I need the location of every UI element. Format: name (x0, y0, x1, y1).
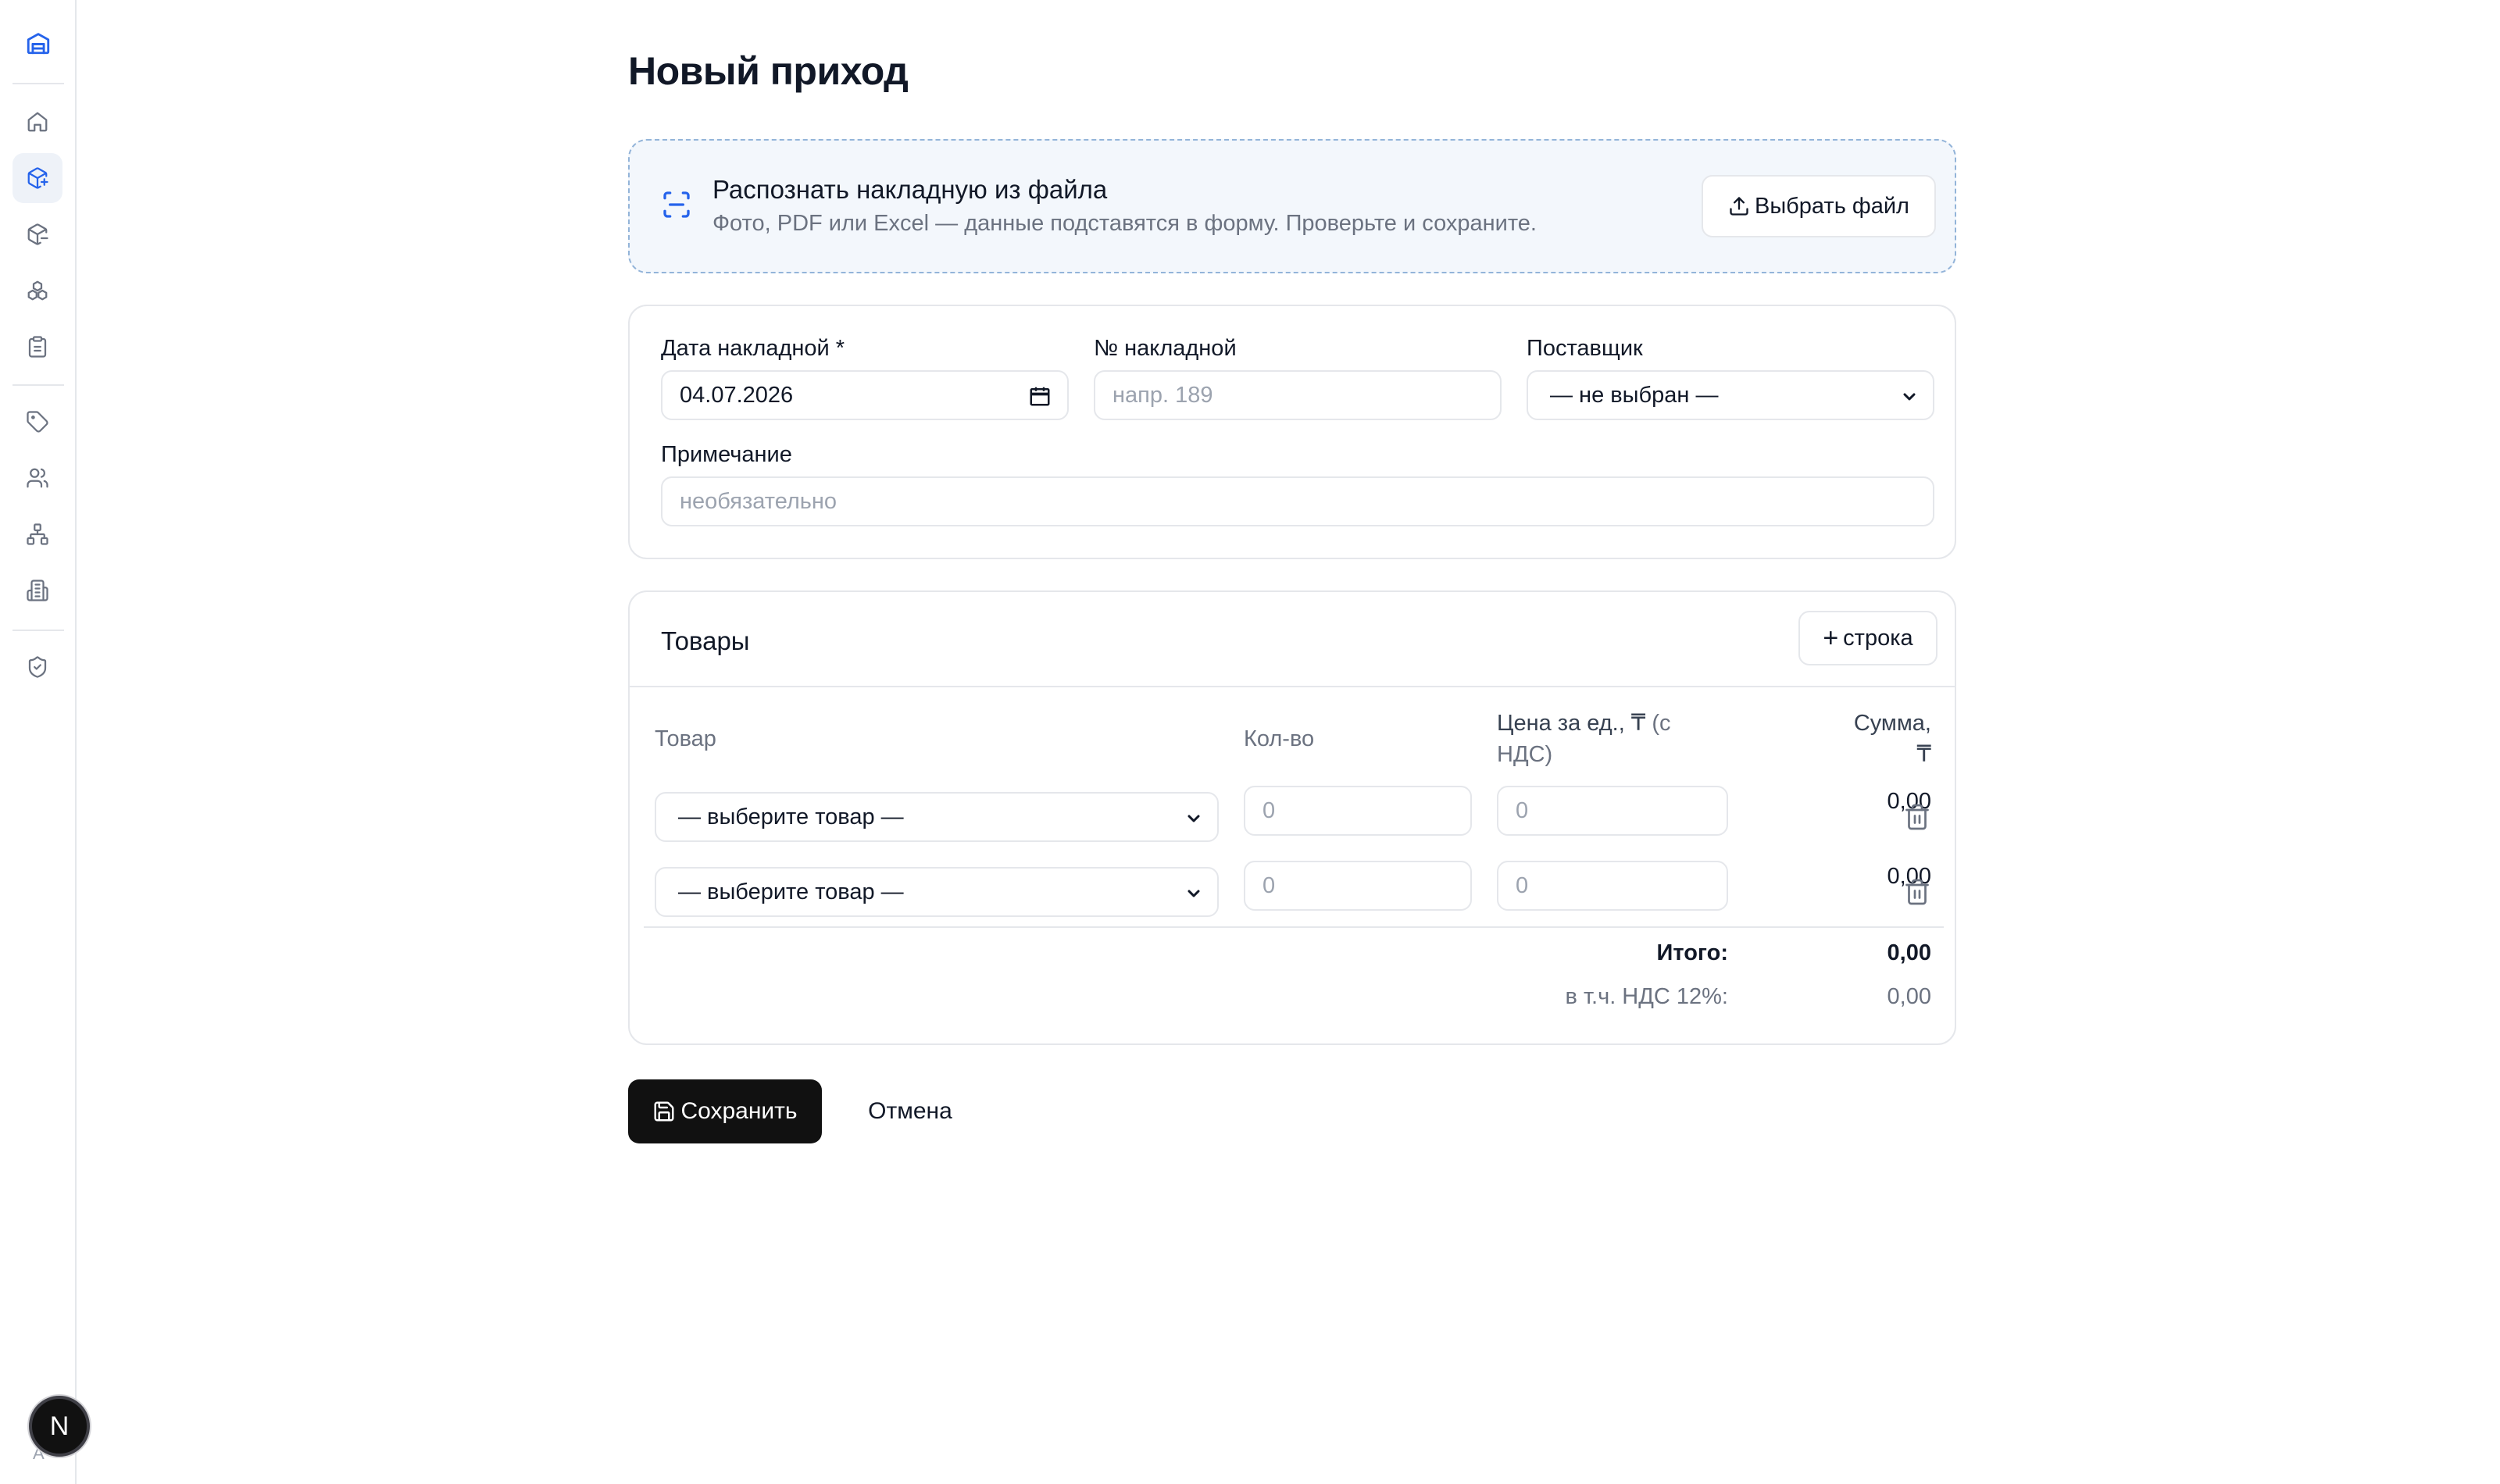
col-header-sum-line1: Сумма, (1853, 711, 1931, 736)
add-row-button[interactable]: + строка (1798, 611, 1938, 665)
upload-title: Распознать накладную из файла (712, 175, 1108, 204)
upload-icon (1730, 197, 1748, 216)
number-placeholder: напр. 189 (1112, 382, 1213, 408)
row-2-product-select[interactable]: — выберите товар — (655, 867, 1219, 917)
col-header-price-rest: (с (1652, 711, 1671, 736)
chevron-down-icon (1188, 890, 1200, 897)
date-value: 04.07.2026 (680, 382, 794, 408)
row-2-price-input[interactable]: 0 (1497, 861, 1728, 911)
save-label: Сохранить (680, 1098, 798, 1124)
total-label: Итого: (1656, 940, 1728, 965)
calendar-icon[interactable] (1028, 384, 1052, 408)
network-icon (27, 523, 48, 545)
sidebar-item-receipts[interactable] (12, 153, 62, 203)
save-button[interactable]: Сохранить (628, 1079, 822, 1143)
col-header-sum: Сумма, ₸ (1775, 708, 1931, 770)
row-2-price-placeholder: 0 (1516, 872, 1529, 898)
warehouse-logo-icon[interactable] (19, 23, 58, 62)
sidebar-item-structure[interactable] (12, 509, 62, 559)
sidebar-item-admin[interactable] (12, 642, 62, 692)
date-field[interactable]: 04.07.2026 (661, 370, 1069, 420)
row-1-delete-icon[interactable] (1903, 803, 1931, 831)
row-2-qty-placeholder: 0 (1262, 872, 1276, 898)
total-value: 0,00 (1887, 940, 1931, 965)
package-plus-icon (27, 167, 48, 189)
row-2-qty-input[interactable]: 0 (1244, 861, 1472, 911)
add-row-label: строка (1843, 625, 1913, 651)
col-header-qty: Кол-во (1244, 726, 1315, 751)
upload-dropzone[interactable]: Распознать накладную из файла Фото, PDF … (628, 139, 1956, 273)
sidebar-divider (12, 630, 64, 631)
user-avatar[interactable]: N (29, 1396, 90, 1457)
plus-icon: + (1823, 623, 1839, 653)
row-1-product-select[interactable]: — выберите товар — (655, 792, 1219, 842)
row-1-qty-placeholder: 0 (1262, 797, 1276, 823)
cancel-button[interactable]: Отмена (852, 1079, 969, 1143)
sidebar-item-suppliers[interactable] (12, 453, 62, 503)
invoice-number-input[interactable]: напр. 189 (1094, 370, 1502, 420)
supplier-label: Поставщик (1527, 336, 1643, 361)
col-header-product: Товар (655, 726, 716, 751)
page-title: Новый приход (628, 49, 909, 93)
supplier-value: — не выбран — (1550, 382, 1719, 408)
col-header-price-line2: НДС) (1497, 742, 1553, 767)
package-minus-icon (27, 223, 48, 245)
shield-check-icon (28, 656, 47, 678)
date-label: Дата накладной * (661, 336, 845, 361)
scan-text-icon (663, 191, 690, 218)
sidebar-item-products[interactable] (12, 397, 62, 447)
row-1-qty-input[interactable]: 0 (1244, 786, 1472, 836)
sidebar-item-warehouses[interactable] (12, 565, 62, 615)
row-2-product-value: — выберите товар — (678, 879, 904, 904)
sidebar: A (0, 0, 77, 1484)
note-placeholder: необязательно (680, 488, 838, 514)
boxes-icon (27, 280, 48, 301)
goods-header-divider (630, 686, 1955, 687)
sidebar-divider (12, 384, 64, 386)
row-1-product-value: — выберите товар — (678, 804, 904, 829)
col-header-price: Цена за ед., ₸ (с НДС) (1497, 708, 1700, 770)
note-label: Примечание (661, 442, 792, 467)
vat-value: 0,00 (1887, 984, 1931, 1009)
chevron-down-icon (1188, 815, 1200, 822)
home-icon (27, 112, 48, 132)
choose-file-label: Выбрать файл (1755, 193, 1909, 219)
row-2-delete-icon[interactable] (1903, 878, 1931, 906)
building-icon (27, 580, 48, 601)
sidebar-item-home[interactable] (12, 97, 62, 147)
row-1-price-placeholder: 0 (1516, 797, 1529, 823)
col-header-price-line1: Цена за ед., ₸ (с (1497, 708, 1700, 739)
clipboard-icon (28, 336, 47, 358)
tag-icon (27, 411, 48, 433)
goods-card: Товары + строка Товар Кол-во Цена за ед.… (628, 590, 1956, 1045)
vat-label: в т.ч. НДС 12%: (1565, 984, 1729, 1009)
sidebar-divider (12, 83, 64, 84)
note-input[interactable]: необязательно (661, 476, 1934, 526)
avatar-letter: N (49, 1411, 70, 1441)
row-1-price-input[interactable]: 0 (1497, 786, 1728, 836)
supplier-select[interactable]: — не выбран — (1527, 370, 1934, 420)
users-icon (27, 468, 48, 488)
col-header-sum-line2: ₸ (1916, 742, 1931, 767)
number-label: № накладной (1094, 336, 1237, 361)
totals-divider (644, 926, 1944, 928)
col-header-price-main: Цена за ед., ₸ (1497, 711, 1646, 736)
sidebar-item-stock[interactable] (12, 266, 62, 316)
goods-title: Товары (661, 626, 750, 655)
invoice-details-card: Дата накладной * 04.07.2026 № накладной … (628, 305, 1956, 559)
chevron-down-icon (1903, 393, 1916, 401)
upload-subtitle: Фото, PDF или Excel — данные подставятся… (712, 211, 1537, 236)
save-icon (654, 1101, 674, 1122)
choose-file-button[interactable]: Выбрать файл (1702, 175, 1936, 237)
sidebar-item-shipments[interactable] (12, 209, 62, 259)
cancel-label: Отмена (868, 1098, 952, 1124)
sidebar-item-inventory[interactable] (12, 322, 62, 372)
